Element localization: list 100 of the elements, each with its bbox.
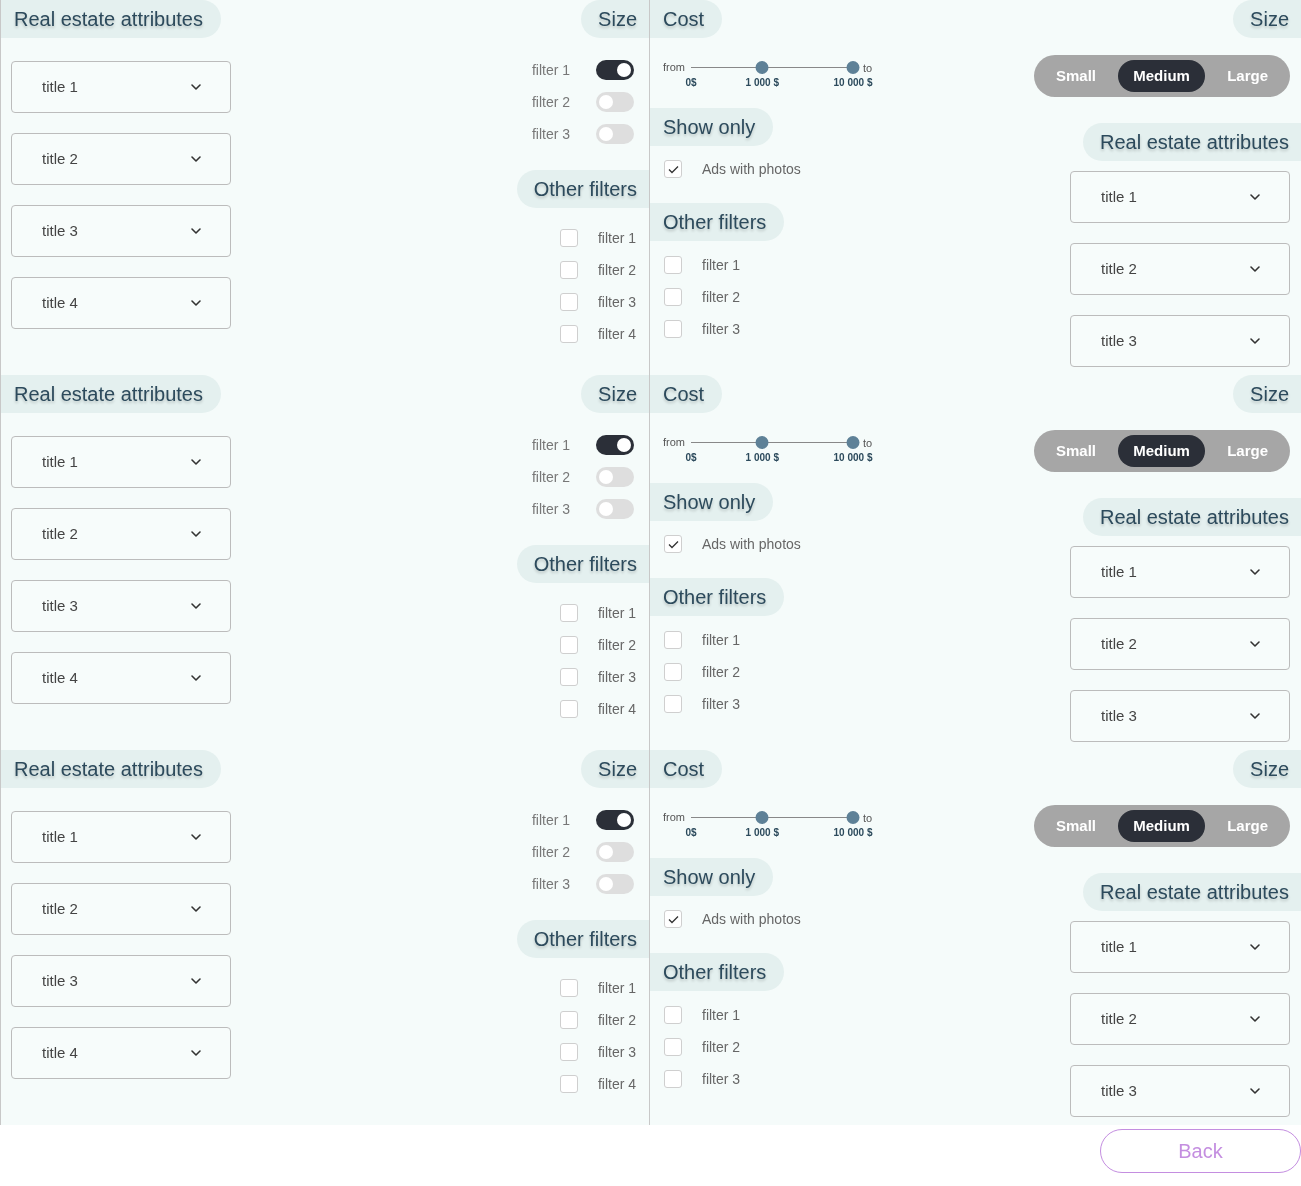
checkbox[interactable]	[664, 663, 682, 681]
checkbox[interactable]	[664, 910, 682, 928]
section-heading: Real estate attributes	[1, 0, 221, 38]
section-heading: Real estate attributes	[1, 375, 221, 413]
dropdown[interactable]: title 3	[11, 580, 231, 632]
dropdown[interactable]: title 3	[11, 205, 231, 257]
toggle-switch[interactable]	[596, 874, 634, 894]
slider-thumb[interactable]	[846, 436, 860, 449]
dropdown[interactable]: title 2	[1070, 618, 1290, 670]
checkbox[interactable]	[559, 229, 578, 247]
slider-value: 10 000 $	[833, 826, 873, 840]
dropdown[interactable]: title 1	[11, 61, 231, 113]
checkbox-label: filter 2	[597, 260, 636, 280]
checkbox[interactable]	[664, 1070, 682, 1088]
slider-value: 1 000 $	[745, 76, 779, 90]
slider-thumb[interactable]	[846, 61, 860, 74]
section-heading: Size	[1233, 750, 1301, 788]
section-heading: Cost	[650, 0, 723, 38]
slider-thumb[interactable]	[755, 811, 769, 824]
dropdown[interactable]: title 2	[11, 133, 231, 185]
section-heading: Other filters	[650, 953, 785, 991]
section-heading: Show only	[650, 858, 774, 896]
dropdown[interactable]: title 1	[1070, 921, 1290, 973]
dropdown[interactable]: title 1	[11, 811, 231, 863]
checkbox[interactable]	[559, 1011, 578, 1029]
checkbox-label: filter 1	[702, 1005, 741, 1025]
checkbox-label: filter 1	[702, 255, 741, 275]
checkbox-label: filter 3	[597, 292, 636, 312]
checkbox[interactable]	[664, 320, 682, 338]
checkbox[interactable]	[559, 700, 578, 718]
dropdown[interactable]: title 4	[11, 1027, 231, 1079]
section-heading: Size	[581, 0, 649, 38]
slider-min-value: 0$	[685, 76, 697, 90]
checkbox[interactable]	[664, 695, 682, 713]
toggle-switch[interactable]	[596, 435, 634, 455]
slider-thumb[interactable]	[755, 61, 769, 74]
checkbox-label: filter 3	[702, 1069, 741, 1089]
dropdown[interactable]: title 3	[1070, 315, 1290, 367]
checkbox[interactable]	[664, 256, 682, 274]
checkbox[interactable]	[664, 1038, 682, 1056]
dropdown[interactable]: title 2	[11, 508, 231, 560]
toggle-switch[interactable]	[596, 467, 634, 487]
section-heading: Real estate attributes	[1083, 498, 1301, 536]
dropdown[interactable]: title 3	[1070, 690, 1290, 742]
toggle-switch[interactable]	[596, 810, 634, 830]
checkbox-label: filter 3	[597, 667, 636, 687]
toggle-switch[interactable]	[596, 92, 634, 112]
checkbox[interactable]	[559, 261, 578, 279]
slider-thumb[interactable]	[846, 811, 860, 824]
checkbox-label: filter 4	[597, 324, 636, 344]
section-heading: Size	[1233, 375, 1301, 413]
checkbox[interactable]	[559, 604, 578, 622]
chevron-down-icon	[190, 83, 202, 91]
chevron-down-icon	[1249, 943, 1261, 951]
checkbox-label: filter 2	[702, 662, 741, 682]
checkbox[interactable]	[559, 325, 578, 343]
checkbox[interactable]	[664, 1006, 682, 1024]
section-heading: Real estate attributes	[1083, 123, 1301, 161]
checkbox[interactable]	[664, 631, 682, 649]
size-option[interactable]: Medium	[1118, 435, 1205, 467]
dropdown[interactable]: title 1	[1070, 546, 1290, 598]
toggle-label: filter 2	[531, 842, 570, 862]
section-heading: Real estate attributes	[1, 750, 221, 788]
dropdown[interactable]: title 3	[1070, 1065, 1290, 1117]
checkbox-label: Ads with photos	[702, 909, 801, 929]
section-heading: Other filters	[650, 203, 785, 241]
dropdown[interactable]: title 2	[1070, 993, 1290, 1045]
slider-from-label: from	[663, 810, 685, 824]
dropdown[interactable]: title 1	[1070, 171, 1290, 223]
section-heading: Other filters	[516, 170, 649, 208]
size-option[interactable]: Medium	[1118, 810, 1205, 842]
checkbox-label: Ads with photos	[702, 159, 801, 179]
toggle-switch[interactable]	[596, 124, 634, 144]
dropdown[interactable]: title 3	[11, 955, 231, 1007]
size-option[interactable]: Medium	[1118, 60, 1205, 92]
checkbox[interactable]	[664, 535, 682, 553]
dropdown[interactable]: title 4	[11, 652, 231, 704]
check-icon	[667, 914, 679, 924]
checkbox[interactable]	[559, 668, 578, 686]
chevron-down-icon	[190, 227, 202, 235]
chevron-down-icon	[1249, 712, 1261, 720]
checkbox-label: filter 3	[597, 1042, 636, 1062]
toggle-label: filter 1	[531, 435, 570, 455]
slider-thumb[interactable]	[755, 436, 769, 449]
dropdown[interactable]: title 4	[11, 277, 231, 329]
checkbox[interactable]	[664, 160, 682, 178]
toggle-switch[interactable]	[596, 842, 634, 862]
checkbox[interactable]	[559, 1075, 578, 1093]
chevron-down-icon	[190, 674, 202, 682]
checkbox[interactable]	[559, 636, 578, 654]
dropdown[interactable]: title 2	[1070, 243, 1290, 295]
checkbox[interactable]	[559, 293, 578, 311]
checkbox[interactable]	[559, 1043, 578, 1061]
slider-value: 1 000 $	[745, 451, 779, 465]
dropdown[interactable]: title 1	[11, 436, 231, 488]
checkbox[interactable]	[559, 979, 578, 997]
checkbox[interactable]	[664, 288, 682, 306]
toggle-switch[interactable]	[596, 60, 634, 80]
toggle-switch[interactable]	[596, 499, 634, 519]
dropdown[interactable]: title 2	[11, 883, 231, 935]
